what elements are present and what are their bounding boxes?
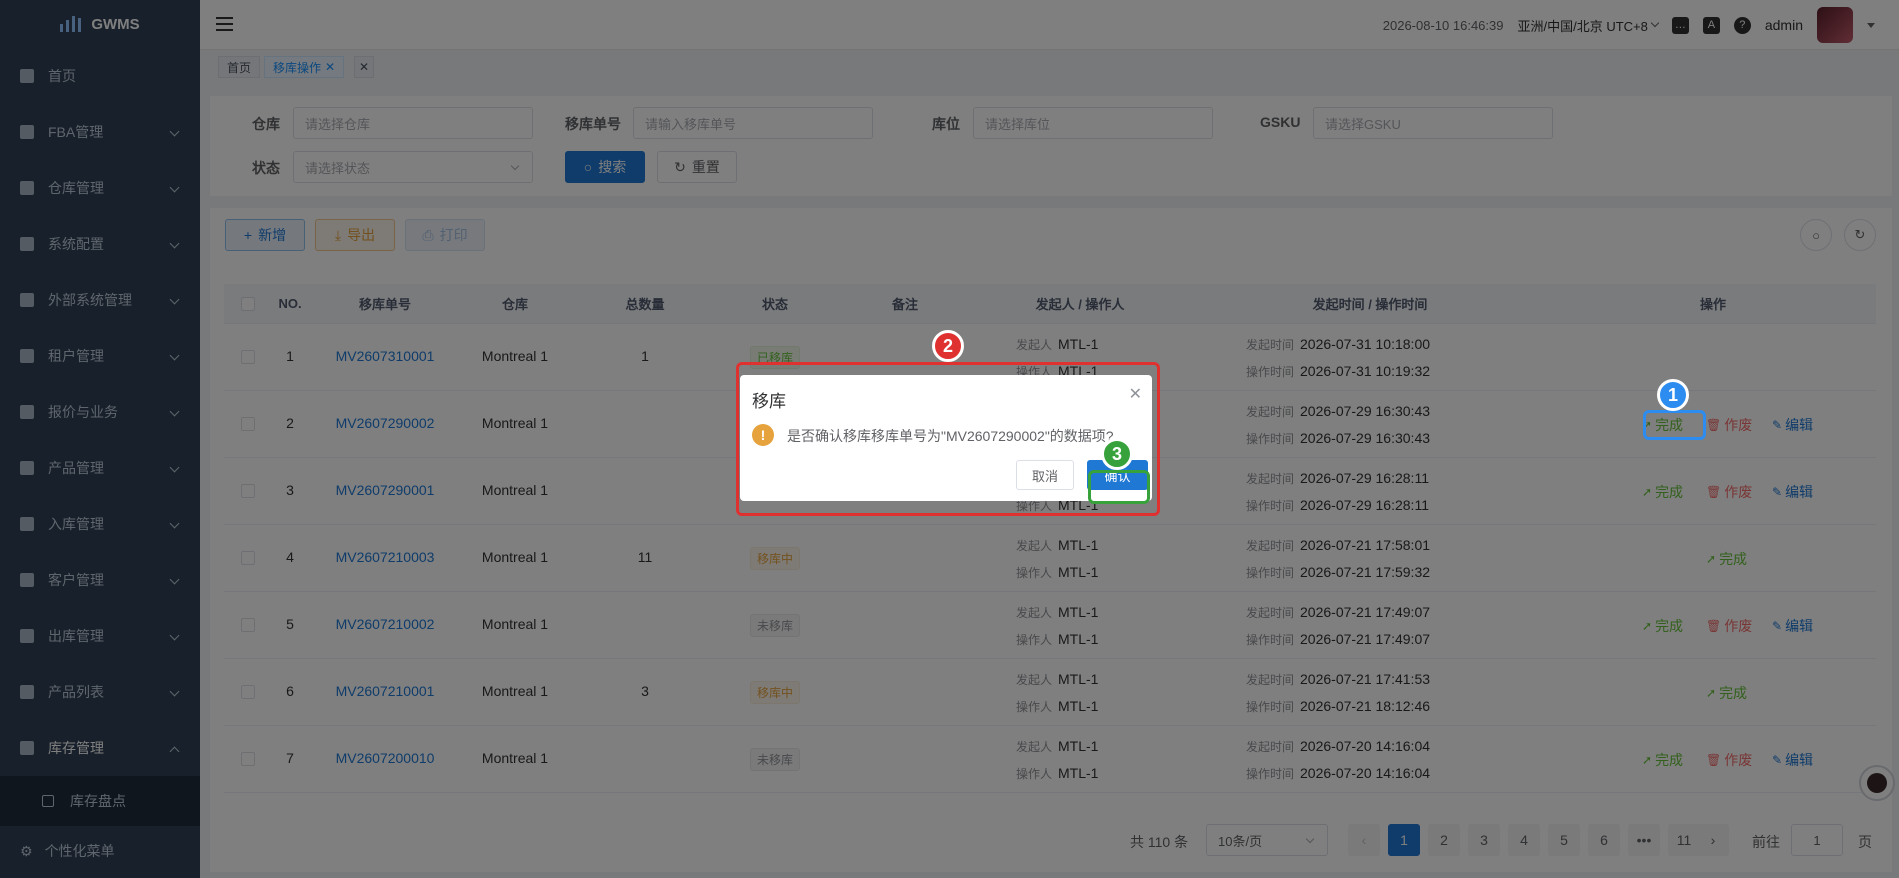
dialog-message: 是否确认移库移库单号为"MV2607290002"的数据项?	[787, 428, 1114, 444]
dialog-title: 移库	[752, 392, 786, 411]
confirm-dialog: 移库 ✕ ! 是否确认移库移库单号为"MV2607290002"的数据项? 取消…	[740, 375, 1152, 501]
annotation-badge-3: 3	[1101, 438, 1133, 470]
annotation-badge-1: 1	[1657, 379, 1689, 411]
annotation-badge-2: 2	[932, 330, 964, 362]
cancel-button[interactable]: 取消	[1016, 460, 1074, 490]
close-icon[interactable]: ✕	[1129, 384, 1142, 404]
warning-icon: !	[752, 424, 774, 446]
cancel-button-label: 取消	[1031, 468, 1058, 484]
